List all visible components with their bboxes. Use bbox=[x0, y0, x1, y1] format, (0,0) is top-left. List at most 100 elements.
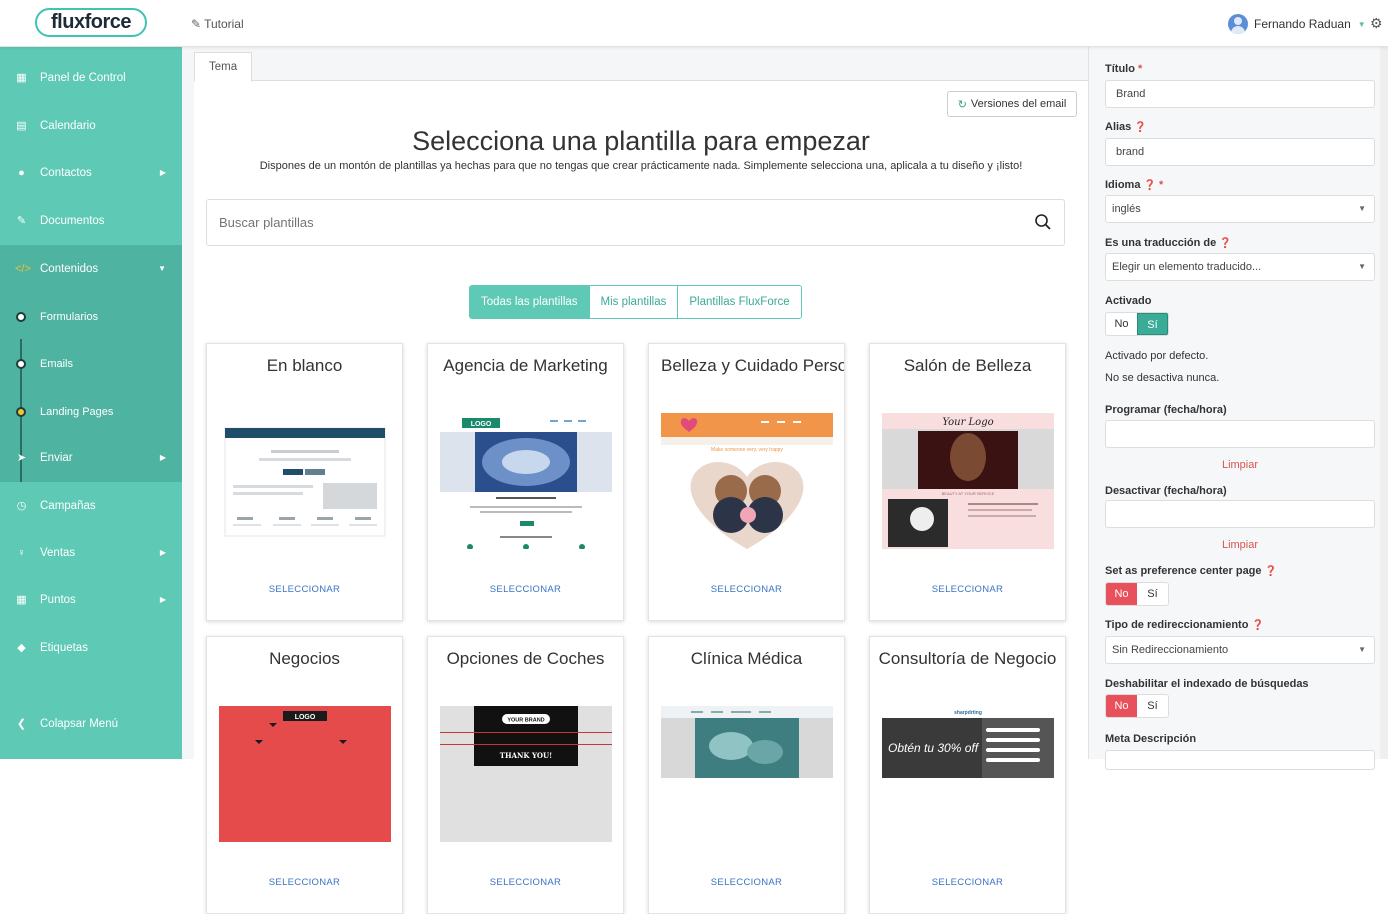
sidebar-item-label: Calendario bbox=[40, 119, 96, 132]
select-template-button[interactable]: SELECCIONAR bbox=[207, 584, 402, 595]
gear-icon[interactable]: ⚙ bbox=[1370, 15, 1383, 32]
template-name: Consultoría de Negocio bbox=[878, 649, 1057, 668]
filter-fluxforce-templates[interactable]: Plantillas FluxForce bbox=[678, 286, 801, 318]
select-template-button[interactable]: SELECCIONAR bbox=[870, 877, 1065, 888]
template-banner-text: Obtén tu 30% off bbox=[888, 741, 980, 755]
activado-si-button[interactable]: Sí bbox=[1137, 313, 1168, 335]
programar-clear-link[interactable]: Limpiar bbox=[1105, 459, 1375, 471]
template-thumbnail: YOUR BRAND THANK YOU! bbox=[440, 706, 612, 842]
user-icon: ● bbox=[18, 166, 25, 179]
traduccion-select[interactable]: Elegir un elemento traducido... ▼ bbox=[1105, 253, 1375, 281]
main-content: Tema ↻ Versiones del email Selecciona una… bbox=[182, 47, 1088, 914]
select-template-button[interactable]: SELECCIONAR bbox=[428, 877, 623, 888]
fluxforce-logo[interactable]: fluxforce bbox=[35, 8, 147, 37]
sidebar-item-label: Etiquetas bbox=[40, 641, 88, 654]
sidebar-item-campanas[interactable]: ◷ Campañas bbox=[0, 482, 182, 529]
sidebar-item-enviar[interactable]: ➤ Enviar ▶ bbox=[0, 434, 182, 481]
tab-tema[interactable]: Tema bbox=[194, 52, 253, 82]
desactivar-clear-link[interactable]: Limpiar bbox=[1105, 539, 1375, 551]
meta-label: Meta Descripción bbox=[1105, 733, 1197, 745]
sidebar-subitem-landing-pages[interactable]: Landing Pages bbox=[0, 388, 182, 435]
help-icon: ❓ bbox=[1143, 180, 1156, 191]
template-name: Negocios bbox=[269, 649, 340, 668]
page-subtitle: Dispones de un montón de plantillas ya h… bbox=[259, 160, 1023, 172]
preference-no-button[interactable]: No bbox=[1106, 583, 1137, 605]
activado-no-button[interactable]: No bbox=[1106, 313, 1137, 335]
redirect-select[interactable]: Sin Redireccionamiento ▼ bbox=[1105, 636, 1375, 664]
template-logo-text: Your Logo bbox=[942, 417, 993, 428]
idioma-label: Idioma ❓ * bbox=[1105, 179, 1164, 191]
sidebar-item-calendario[interactable]: ▤ Calendario bbox=[0, 102, 182, 149]
preference-si-button[interactable]: Sí bbox=[1137, 583, 1168, 605]
activado-note-never: No se desactiva nunca. bbox=[1105, 372, 1220, 384]
traduccion-label: Es una traducción de ❓ bbox=[1105, 237, 1232, 249]
dashboard-icon: ▦ bbox=[16, 72, 27, 84]
sidebar-item-colapsar-menu[interactable]: ❮ Colapsar Menú bbox=[0, 700, 182, 747]
template-card-negocios[interactable]: Negocios LOGO SELECCIONAR bbox=[206, 636, 403, 914]
clock-icon: ◷ bbox=[16, 500, 27, 512]
programar-field[interactable] bbox=[1105, 420, 1375, 448]
chevron-left-icon: ❮ bbox=[16, 718, 27, 730]
help-icon: ❓ bbox=[1134, 122, 1147, 133]
select-template-button[interactable]: SELECCIONAR bbox=[649, 877, 844, 888]
template-card-clinica-medica[interactable]: Clínica Médica SELECCIONAR bbox=[648, 636, 845, 914]
bullet-icon bbox=[16, 311, 26, 322]
sidebar-item-ventas[interactable]: ♀ Ventas ▶ bbox=[0, 529, 182, 576]
user-menu[interactable]: Fernando Raduan ▼ bbox=[1228, 13, 1366, 35]
select-template-button[interactable]: SELECCIONAR bbox=[649, 584, 844, 595]
idioma-value: inglés bbox=[1112, 203, 1141, 215]
template-thumbnail: Make someone very, very happy bbox=[661, 413, 833, 549]
sidebar-item-label: Formularios bbox=[40, 310, 99, 323]
sidebar-item-etiquetas[interactable]: ◆ Etiquetas bbox=[0, 624, 182, 671]
sidebar-item-panel-de-control[interactable]: ▦ Panel de Control bbox=[0, 54, 182, 101]
filter-my-templates[interactable]: Mis plantillas bbox=[589, 286, 679, 318]
template-card-salon-de-belleza[interactable]: Salón de Belleza Your Logo BEAUTY AT YOU… bbox=[869, 343, 1066, 621]
sidebar-subitem-formularios[interactable]: Formularios bbox=[0, 293, 182, 340]
pencil-icon: ✎ bbox=[191, 17, 202, 31]
sidebar-item-contactos[interactable]: ● Contactos ▶ bbox=[0, 149, 182, 196]
sidebar-item-label: Emails bbox=[40, 357, 74, 370]
indexado-no-button[interactable]: No bbox=[1106, 695, 1137, 717]
template-banner-text: BEAUTY AT YOUR SERVICE bbox=[942, 491, 995, 496]
search-input[interactable] bbox=[206, 199, 1065, 246]
idioma-select[interactable]: inglés ▼ bbox=[1105, 195, 1375, 223]
template-name: Agencia de Marketing bbox=[443, 356, 608, 375]
sidebar-item-label: Colapsar Menú bbox=[40, 717, 118, 730]
tutorial-link[interactable]: ✎ Tutorial bbox=[191, 17, 244, 31]
template-logo-text: LOGO bbox=[471, 421, 492, 428]
bullet-icon bbox=[16, 358, 26, 369]
template-card-opciones-de-coches[interactable]: Opciones de Coches YOUR BRAND THANK YOU!… bbox=[427, 636, 624, 914]
template-card-agencia-de-marketing[interactable]: Agencia de Marketing LOGO SELECCIONAR bbox=[427, 343, 624, 621]
template-card-consultoria-de-negocio[interactable]: Consultoría de Negocio sharpdrting Obtén… bbox=[869, 636, 1066, 914]
template-name: Salón de Belleza bbox=[903, 356, 1032, 375]
sidebar-subitem-emails[interactable]: Emails bbox=[0, 340, 182, 387]
caret-right-icon: ▶ bbox=[159, 548, 166, 557]
caret-down-icon: ▼ bbox=[1358, 645, 1366, 654]
select-template-button[interactable]: SELECCIONAR bbox=[207, 877, 402, 888]
redirect-value: Sin Redireccionamiento bbox=[1112, 644, 1229, 656]
tutorial-label: Tutorial bbox=[204, 17, 244, 31]
sidebar-item-documentos[interactable]: ✎ Documentos bbox=[0, 197, 182, 244]
meta-description-field[interactable] bbox=[1105, 750, 1375, 770]
calendar-icon: ▤ bbox=[16, 120, 27, 132]
select-template-button[interactable]: SELECCIONAR bbox=[428, 584, 623, 595]
indexado-si-button[interactable]: Sí bbox=[1137, 695, 1168, 717]
bulb-icon: ♀ bbox=[17, 546, 26, 559]
template-card-belleza-y-cuidado[interactable]: Belleza y Cuidado Personal Make someone … bbox=[648, 343, 845, 621]
sidebar-item-contenidos[interactable]: </> Contenidos ▼ bbox=[0, 245, 182, 292]
caret-down-icon: ▼ bbox=[158, 264, 166, 273]
titulo-field[interactable]: Brand bbox=[1105, 80, 1375, 108]
select-template-button[interactable]: SELECCIONAR bbox=[870, 584, 1065, 595]
paper-plane-icon: ➤ bbox=[16, 452, 27, 464]
sidebar-item-label: Documentos bbox=[40, 214, 105, 227]
template-card-en-blanco[interactable]: En blanco SELECCIONAR bbox=[206, 343, 403, 621]
desactivar-field[interactable] bbox=[1105, 500, 1375, 528]
sidebar-item-label: Puntos bbox=[40, 593, 76, 606]
filter-all-templates[interactable]: Todas las plantillas bbox=[470, 286, 590, 318]
search-icon[interactable] bbox=[1034, 213, 1052, 231]
scrollbar[interactable] bbox=[1380, 47, 1388, 759]
sidebar-item-puntos[interactable]: ▦ Puntos ▶ bbox=[0, 576, 182, 623]
alias-field[interactable]: brand bbox=[1105, 138, 1375, 166]
versions-button[interactable]: ↻ Versiones del email bbox=[947, 91, 1077, 117]
activado-note-default: Activado por defecto. bbox=[1105, 350, 1209, 362]
